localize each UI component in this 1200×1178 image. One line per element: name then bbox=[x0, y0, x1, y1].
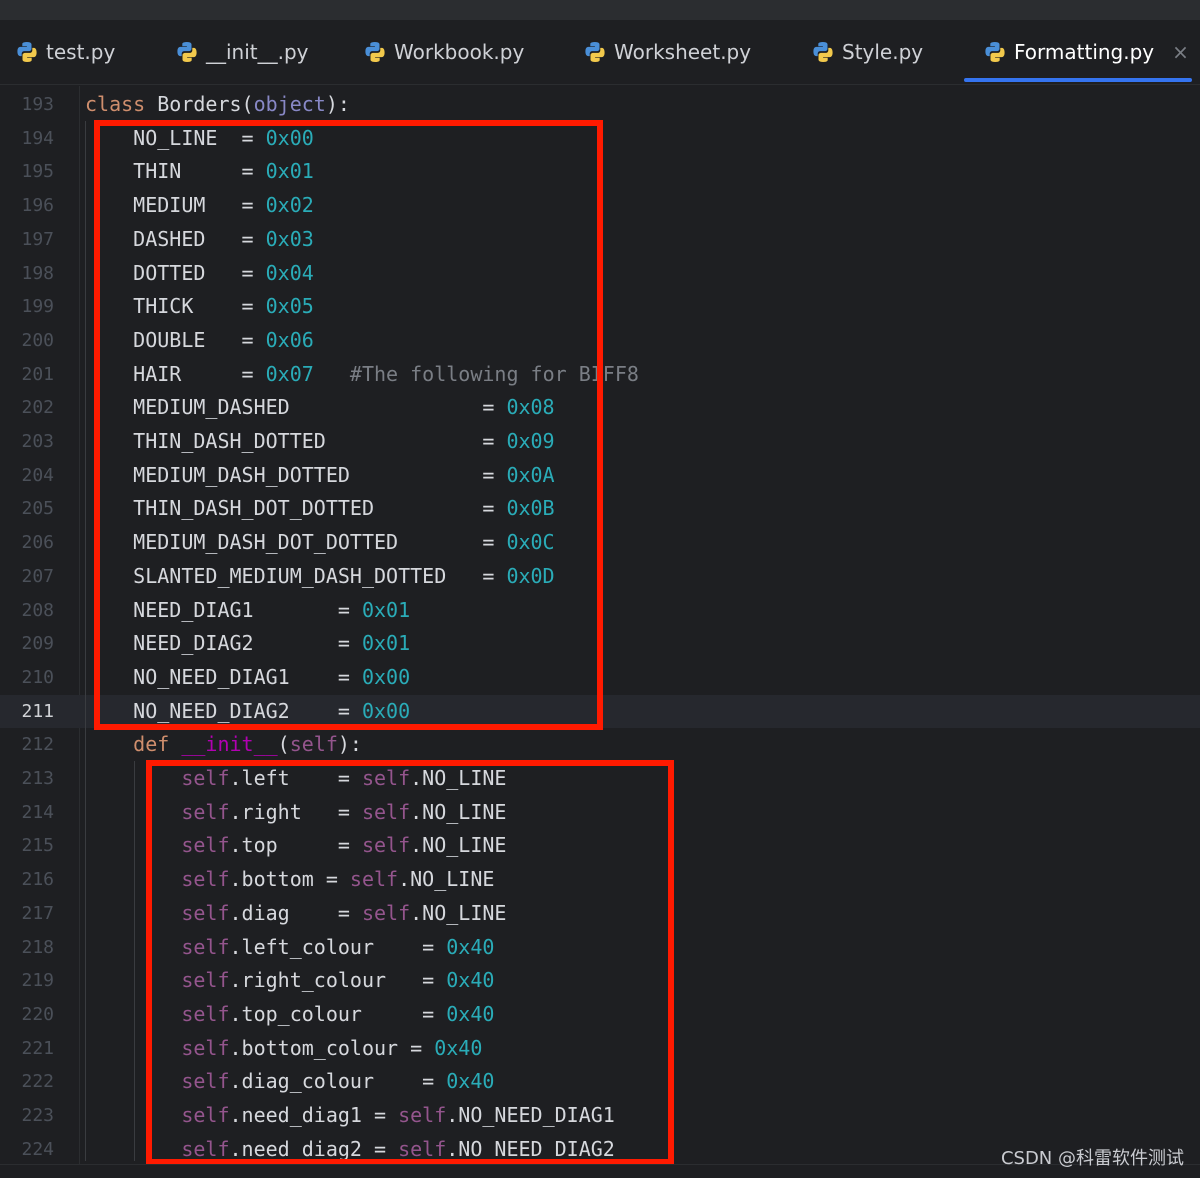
line-number: 193 bbox=[21, 94, 54, 115]
tab-workbook-py[interactable]: Workbook.py bbox=[364, 20, 524, 84]
code-token-dunder: __init__ bbox=[181, 732, 278, 757]
line-number: 218 bbox=[21, 936, 54, 958]
line-number: 197 bbox=[21, 228, 54, 250]
line-number: 207 bbox=[21, 565, 54, 587]
editor-tab-bar: test.py __init__.py Workbook.py Workshee… bbox=[0, 20, 1200, 85]
window-top-strip bbox=[0, 0, 1200, 20]
python-file-icon bbox=[585, 42, 605, 62]
tab-label: Formatting.py bbox=[1014, 40, 1155, 64]
line-number: 194 bbox=[21, 127, 54, 149]
tab-label: Style.py bbox=[842, 40, 924, 64]
line-number: 223 bbox=[21, 1105, 54, 1126]
tab-formatting-py[interactable]: Formatting.py × bbox=[984, 20, 1189, 84]
line-number: 198 bbox=[21, 262, 54, 284]
code-line[interactable]: 193 class Borders(object): bbox=[0, 88, 1200, 122]
python-file-icon bbox=[365, 42, 385, 62]
tab-label: test.py bbox=[46, 40, 116, 64]
tab-label: Worksheet.py bbox=[614, 40, 752, 64]
line-number: 215 bbox=[21, 835, 54, 857]
csdn-watermark: CSDN @科雷软件测试 bbox=[1000, 1148, 1184, 1169]
code-text: class Borders(object): bbox=[85, 88, 350, 122]
line-number: 224 bbox=[21, 1138, 54, 1160]
code-text: def __init__(self): bbox=[85, 728, 362, 762]
code-token-plain: Borders( bbox=[157, 92, 254, 116]
tab-style-py[interactable]: Style.py bbox=[812, 20, 923, 84]
indent-guide bbox=[134, 761, 135, 1161]
close-tab-icon[interactable]: × bbox=[1172, 40, 1189, 64]
code-token-kw: class bbox=[85, 92, 158, 116]
highlight-box-init-body bbox=[146, 760, 674, 1165]
line-number: 219 bbox=[21, 970, 54, 992]
tab-test-py[interactable]: test.py bbox=[16, 20, 115, 84]
line-number: 199 bbox=[21, 296, 54, 318]
line-number: 201 bbox=[21, 363, 54, 385]
active-tab-indicator bbox=[964, 78, 1192, 82]
indent-guide bbox=[85, 121, 86, 1161]
line-number: 216 bbox=[21, 869, 54, 891]
line-number: 209 bbox=[21, 633, 54, 655]
code-line[interactable]: 212 def __init__(self): bbox=[0, 728, 1200, 762]
line-number: 210 bbox=[21, 666, 54, 688]
tab-label: __init__.py bbox=[206, 40, 309, 64]
tab-init-py[interactable]: __init__.py bbox=[176, 20, 309, 84]
line-number: 205 bbox=[21, 498, 54, 520]
code-token-self: self bbox=[289, 732, 338, 757]
line-number: 206 bbox=[21, 532, 54, 554]
line-number: 208 bbox=[21, 599, 54, 621]
line-number: 213 bbox=[21, 768, 54, 789]
line-number: 222 bbox=[21, 1071, 54, 1093]
line-number: 202 bbox=[21, 397, 54, 419]
line-number: 203 bbox=[21, 431, 54, 452]
line-number: 196 bbox=[21, 195, 54, 217]
python-file-icon bbox=[813, 42, 833, 62]
line-number: 221 bbox=[21, 1037, 54, 1059]
code-token-builtin: object bbox=[253, 92, 326, 116]
line-number: 220 bbox=[21, 1003, 54, 1025]
line-number: 212 bbox=[21, 734, 54, 756]
code-token-kw: def bbox=[133, 732, 182, 757]
code-token-plain: ): bbox=[337, 732, 362, 757]
tab-label: Workbook.py bbox=[394, 40, 525, 64]
line-number: 200 bbox=[21, 329, 54, 351]
python-file-icon bbox=[985, 42, 1005, 62]
python-file-icon bbox=[177, 42, 197, 62]
line-number: 204 bbox=[21, 464, 54, 486]
code-token-plain: ( bbox=[277, 732, 290, 757]
line-number: 211 bbox=[21, 700, 54, 722]
line-number: 217 bbox=[21, 902, 54, 924]
tab-worksheet-py[interactable]: Worksheet.py bbox=[584, 20, 751, 84]
code-token-plain: ): bbox=[325, 92, 350, 116]
line-number: 214 bbox=[21, 801, 54, 823]
python-file-icon bbox=[17, 42, 37, 62]
highlight-box-constants bbox=[94, 120, 603, 730]
line-number: 195 bbox=[21, 161, 54, 183]
